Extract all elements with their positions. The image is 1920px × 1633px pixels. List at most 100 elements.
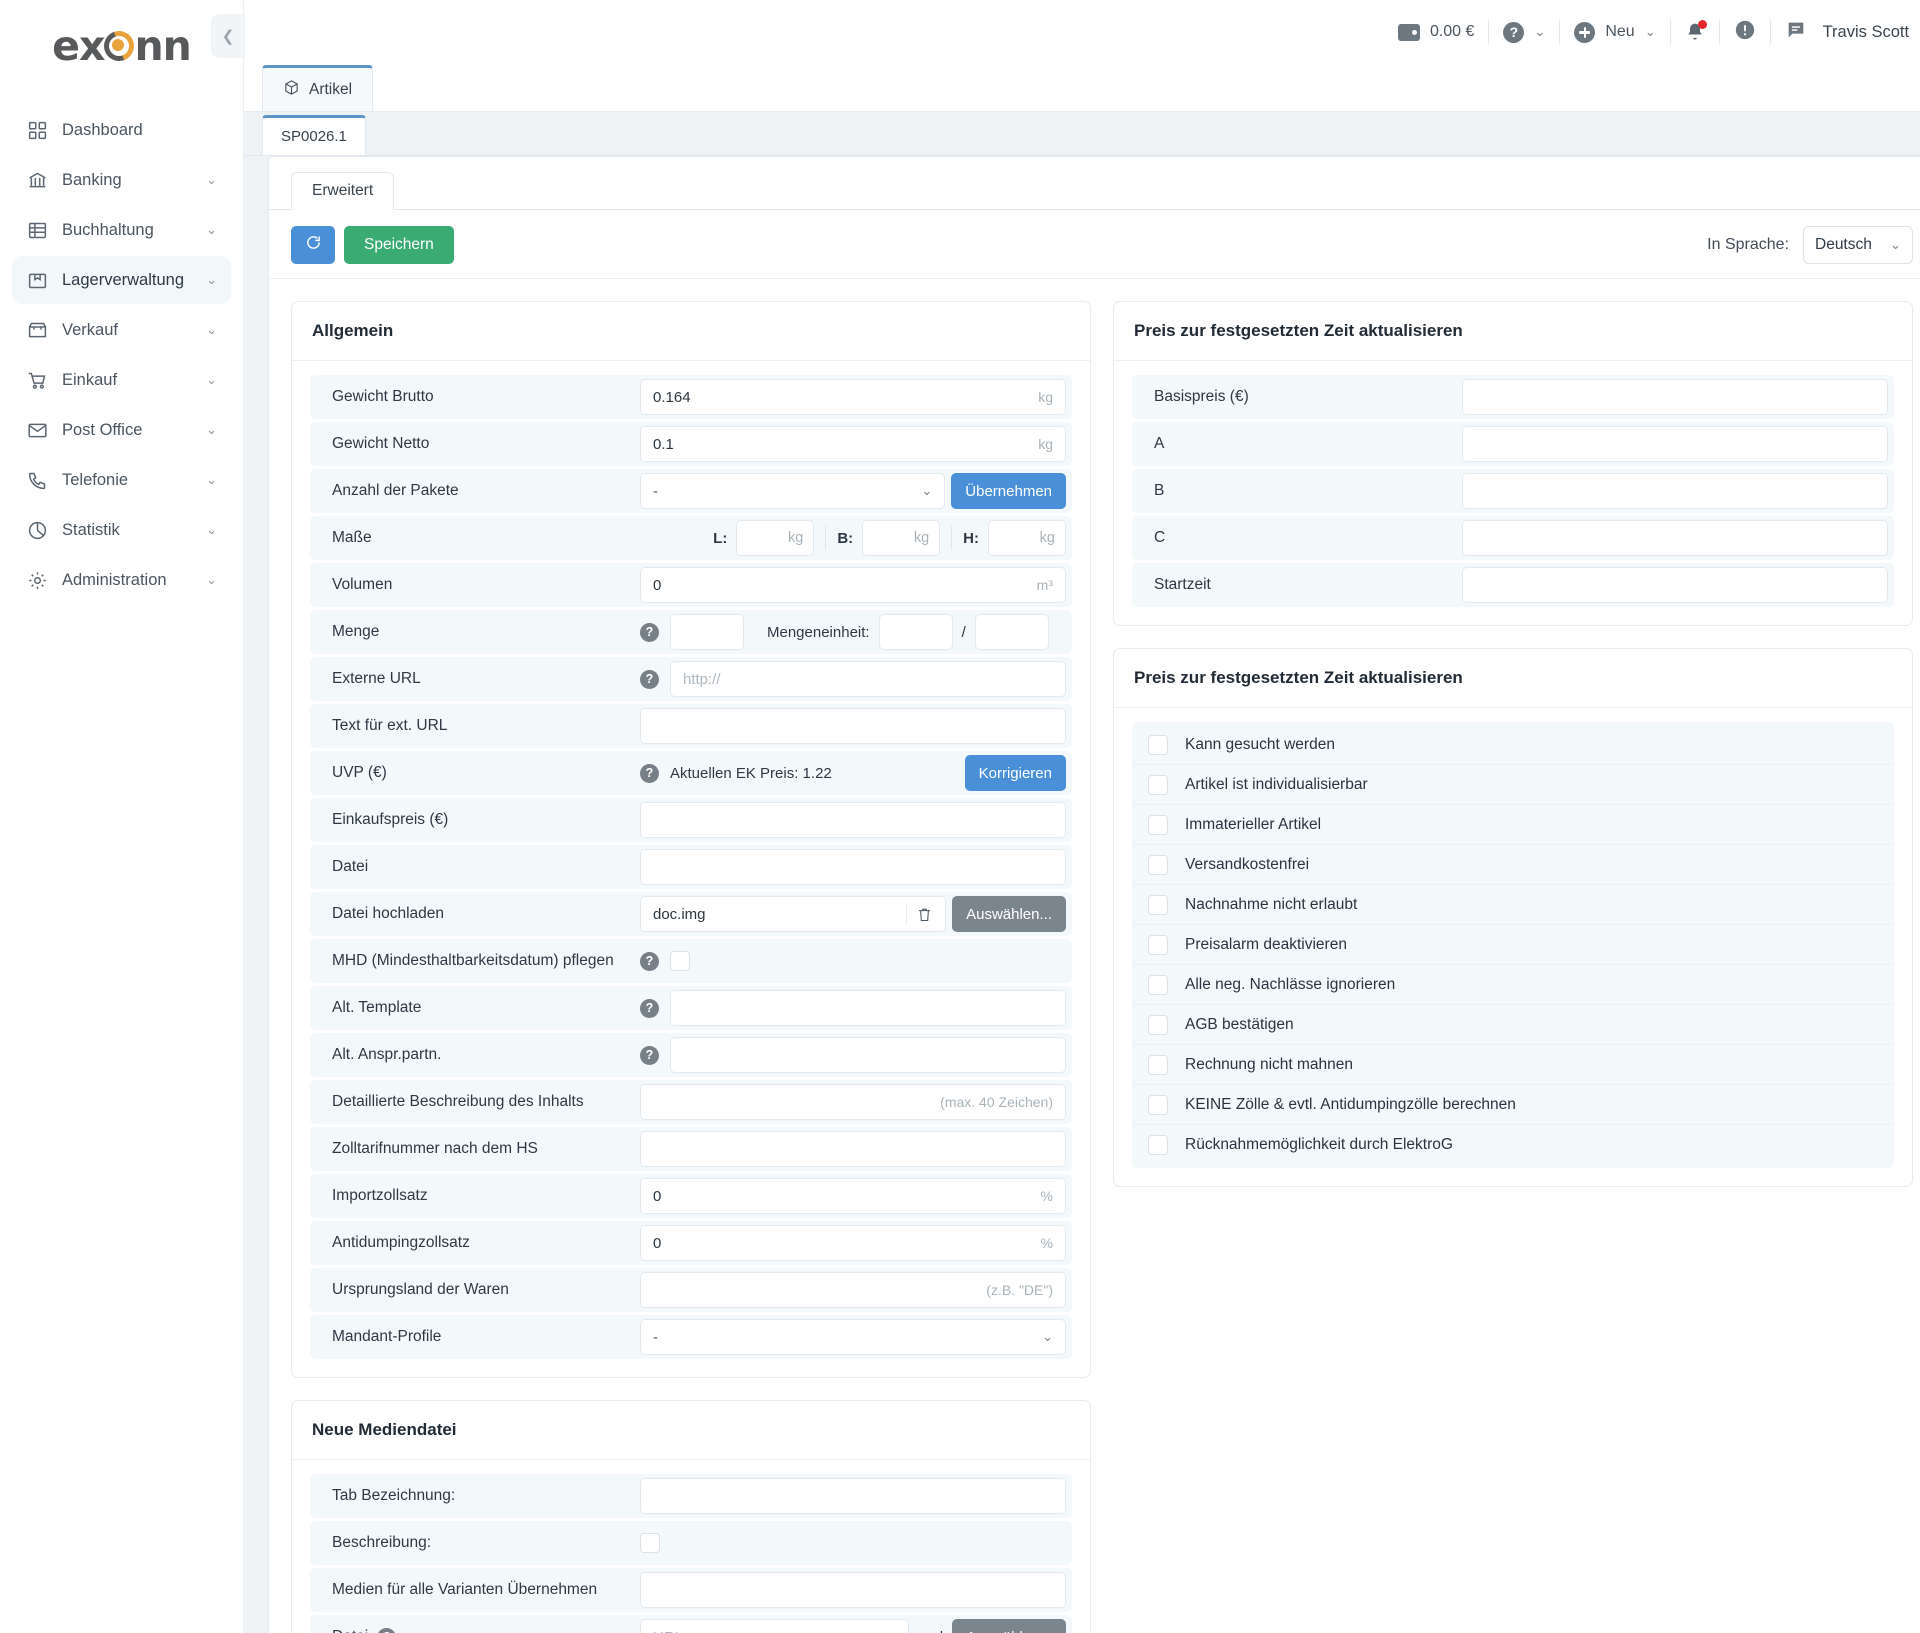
checkbox-row-kann-gesucht-werden[interactable]: Kann gesucht werden (1132, 725, 1894, 765)
sidebar-item-statistik[interactable]: Statistik ⌄ (12, 506, 231, 554)
help-icon[interactable]: ? (640, 1045, 659, 1065)
masse-width-input[interactable]: kg (862, 520, 941, 556)
checkbox-row-versandkostenfrei[interactable]: Versandkostenfrei (1132, 845, 1894, 885)
preis-c-input[interactable] (1462, 520, 1888, 556)
sidebar-item-lagerverwaltung[interactable]: Lagerverwaltung ⌄ (12, 256, 231, 304)
help-icon[interactable]: ? (640, 669, 659, 689)
gewicht-brutto-input[interactable]: 0.164 kg (640, 379, 1066, 415)
mediendatei-url-input[interactable]: URL: (640, 1619, 910, 1633)
language-select[interactable]: Deutsch ⌄ (1803, 226, 1913, 264)
checkbox[interactable] (1148, 1014, 1168, 1035)
checkbox[interactable] (1148, 1135, 1168, 1155)
help-icon[interactable]: ? (640, 763, 659, 783)
checkbox-row-nachnahme-nicht-erlaubt[interactable]: Nachnahme nicht erlaubt (1132, 885, 1894, 925)
startzeit-input[interactable] (1462, 567, 1888, 603)
checkbox[interactable] (1148, 934, 1168, 955)
exclamation-circle-icon[interactable] (1734, 19, 1756, 46)
checkbox[interactable] (1148, 894, 1168, 915)
masse-length-input[interactable]: kg (736, 520, 815, 556)
checkbox-row-ruecknahmemoeglichkeit-elektrog[interactable]: Rücknahmemöglichkeit durch ElektroG (1132, 1125, 1894, 1165)
checkbox[interactable] (1148, 1054, 1168, 1075)
new-menu[interactable]: Neu ⌄ (1574, 21, 1656, 43)
refresh-button[interactable] (291, 226, 335, 264)
checkbox-row-artikel-individualisierbar[interactable]: Artikel ist individualisierbar (1132, 765, 1894, 805)
gewicht-netto-input[interactable]: 0.1 kg (640, 426, 1066, 462)
checkbox[interactable] (1148, 974, 1168, 995)
externe-url-input[interactable]: http:// (670, 661, 1066, 697)
unit-label: kg (1038, 436, 1053, 452)
help-icon[interactable]: ? (640, 951, 659, 971)
tab-bezeichnung-input[interactable] (640, 1478, 1066, 1514)
volumen-input[interactable]: 0 m³ (640, 567, 1066, 603)
app-logo[interactable]: ex nn (0, 0, 243, 92)
alt-template-input[interactable] (670, 990, 1066, 1026)
alt-ansprpartn-input[interactable] (670, 1037, 1066, 1073)
checkbox[interactable] (1148, 774, 1168, 795)
chevron-left-icon[interactable]: ❮ (211, 14, 245, 58)
chat-bubble-icon[interactable] (1785, 19, 1807, 46)
checkbox[interactable] (1148, 814, 1168, 835)
trash-icon[interactable] (916, 906, 933, 923)
einkaufspreis-input[interactable] (640, 802, 1066, 838)
importzollsatz-input[interactable]: 0 % (640, 1178, 1066, 1214)
checkbox[interactable] (1148, 854, 1168, 875)
masse-height-input[interactable]: kg (988, 520, 1066, 556)
tab-sp0026-1[interactable]: SP0026.1 (262, 115, 366, 155)
antidumpingzollsatz-input[interactable]: 0 % (640, 1225, 1066, 1261)
row-importzollsatz: Importzollsatz 0 % (310, 1174, 1072, 1218)
korrigieren-button[interactable]: Korrigieren (964, 755, 1066, 791)
checkbox-row-agb-bestaetigen[interactable]: AGB bestätigen (1132, 1005, 1894, 1045)
checkbox-row-immaterieller-artikel[interactable]: Immaterieller Artikel (1132, 805, 1894, 845)
preis-a-input[interactable] (1462, 426, 1888, 462)
tab-artikel[interactable]: Artikel (262, 65, 374, 111)
medien-varianten-input[interactable] (640, 1572, 1066, 1608)
mhd-checkbox[interactable] (670, 951, 690, 971)
checkbox-row-keine-zoelle[interactable]: KEINE Zölle & evtl. Antidumpingzölle ber… (1132, 1085, 1894, 1125)
text-ext-url-input[interactable] (640, 708, 1066, 744)
basispreis-input[interactable] (1462, 379, 1888, 415)
auswaehlen-button[interactable]: Auswählen... (952, 896, 1066, 932)
checkbox[interactable] (1148, 1094, 1168, 1115)
user-menu[interactable]: Travis Scott ⌄ (1807, 23, 1920, 42)
beschreibung-checkbox[interactable] (640, 1533, 660, 1553)
sidebar-item-administration[interactable]: Administration ⌄ (12, 556, 231, 604)
checkbox-row-preisalarm-deaktivieren[interactable]: Preisalarm deaktivieren (1132, 925, 1894, 965)
sidebar-item-banking[interactable]: Banking ⌄ (12, 156, 231, 204)
mengeneinheit-input-1[interactable] (878, 614, 953, 650)
zolltarifnummer-input[interactable] (640, 1131, 1066, 1167)
datei-hochladen-input[interactable]: doc.img (640, 896, 947, 932)
sidebar-item-buchhaltung[interactable]: Buchhaltung ⌄ (12, 206, 231, 254)
sidebar-item-einkauf[interactable]: Einkauf ⌄ (12, 356, 231, 404)
help-icon[interactable]: ? (640, 622, 659, 642)
field-label: Beschreibung: (332, 1534, 432, 1551)
help-menu[interactable]: ? ⌄ (1503, 21, 1545, 43)
preis-b-input[interactable] (1462, 473, 1888, 509)
save-button[interactable]: Speichern (344, 226, 454, 264)
checkbox[interactable] (1148, 734, 1168, 755)
help-icon[interactable]: ? (640, 998, 659, 1018)
wallet-balance[interactable]: 0.00 € (1397, 23, 1474, 41)
mandant-profile-select[interactable]: - ⌄ (640, 1319, 1066, 1355)
sidebar-item-post-office[interactable]: Post Office ⌄ (12, 406, 231, 454)
tab-label: Artikel (309, 80, 353, 98)
mediendatei-auswaehlen-button[interactable]: Auswählen... (952, 1619, 1066, 1633)
datei-input[interactable] (640, 849, 1066, 885)
anzahl-pakete-select[interactable]: - ⌄ (640, 473, 946, 509)
tab-erweitert[interactable]: Erweitert (291, 172, 395, 210)
sidebar-item-dashboard[interactable]: Dashboard (12, 106, 231, 154)
bell-icon[interactable] (1685, 20, 1707, 43)
help-icon[interactable]: ? (377, 1627, 397, 1633)
uebernehmen-button[interactable]: Übernehmen (951, 473, 1066, 509)
ursprungsland-input[interactable]: (z.B. "DE") (640, 1272, 1066, 1308)
sidebar-item-telefonie[interactable]: Telefonie ⌄ (12, 456, 231, 504)
checkbox-row-alle-neg-nachlaesse-ignorieren[interactable]: Alle neg. Nachlässe ignorieren (1132, 965, 1894, 1005)
checkbox-row-rechnung-nicht-mahnen[interactable]: Rechnung nicht mahnen (1132, 1045, 1894, 1085)
mengeneinheit-input-2[interactable] (974, 614, 1049, 650)
row-beschreibung: Beschreibung: (310, 1521, 1072, 1565)
detaillierte-beschreibung-input[interactable]: (max. 40 Zeichen) (640, 1084, 1066, 1120)
menge-input[interactable] (670, 614, 744, 650)
sidebar-item-verkauf[interactable]: Verkauf ⌄ (12, 306, 231, 354)
button-label: Übernehmen (965, 482, 1052, 500)
card-title: Neue Mediendatei (292, 1401, 1090, 1460)
checkbox-label: Preisalarm deaktivieren (1185, 935, 1347, 953)
